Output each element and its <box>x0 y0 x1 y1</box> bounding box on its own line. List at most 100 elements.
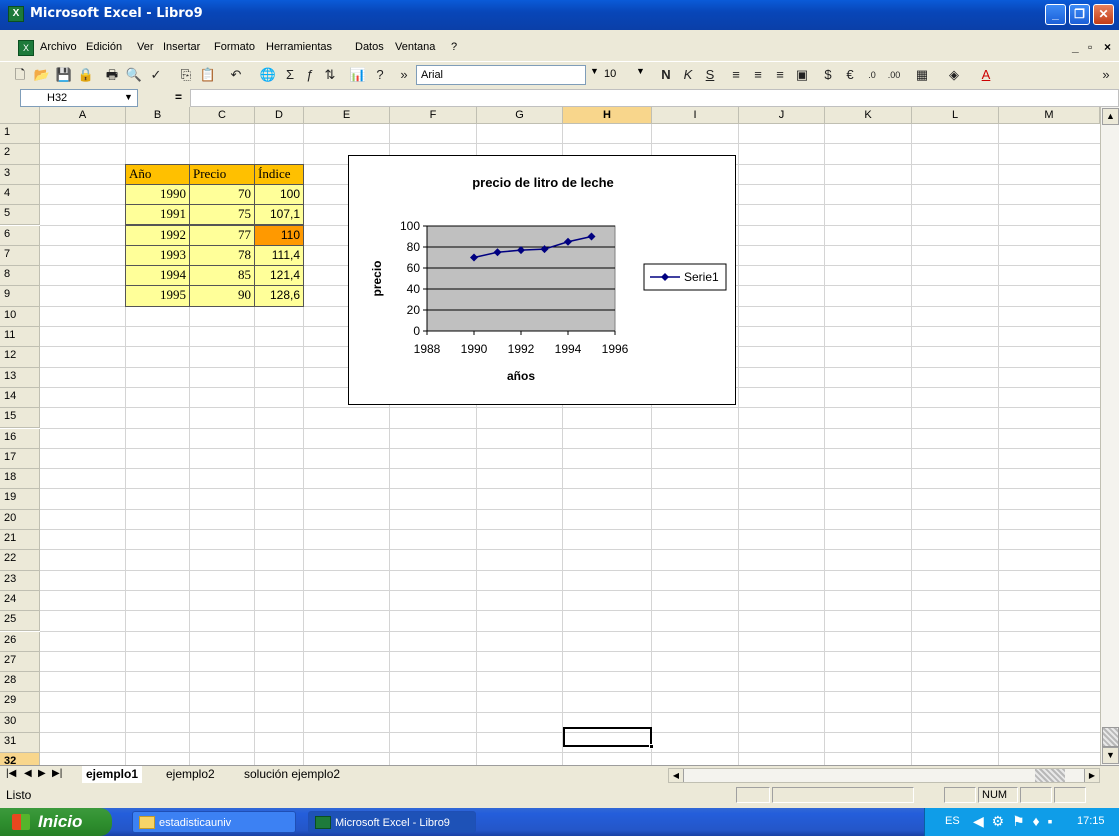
table-cell[interactable]: 1993 <box>125 244 190 267</box>
table-cell[interactable]: 128,6 <box>254 285 304 307</box>
underline-icon[interactable]: S <box>700 65 720 85</box>
table-header-cell[interactable]: Índice <box>254 163 304 185</box>
scroll-right-icon[interactable]: ▶ <box>1084 769 1099 782</box>
table-cell[interactable]: 1995 <box>125 285 190 307</box>
horizontal-scroll-thumb[interactable] <box>1035 769 1065 782</box>
copy-icon[interactable]: ⎘ <box>176 65 196 85</box>
last-sheet-icon[interactable]: ▶| <box>52 768 62 779</box>
table-cell[interactable]: 77 <box>189 224 255 246</box>
row-header-17[interactable]: 17 <box>0 448 40 470</box>
fill-color-icon[interactable]: ◈ <box>944 65 964 85</box>
start-button[interactable]: Inicio <box>0 808 112 836</box>
taskbar-excel-button[interactable]: Microsoft Excel - Libro9 <box>308 811 476 833</box>
tray-icons[interactable]: ◀ ⚙ ⚑ ♦ ▪ <box>973 813 1055 830</box>
column-header-E[interactable]: E <box>304 107 390 124</box>
table-cell[interactable]: 121,4 <box>254 265 304 287</box>
toolbar-options-icon[interactable]: » <box>394 65 414 85</box>
merge-center-icon[interactable]: ▣ <box>792 65 812 85</box>
undo-icon[interactable]: ↶ <box>226 65 246 85</box>
sheet-tab-solucion-ejemplo2[interactable]: solución ejemplo2 <box>240 766 344 783</box>
active-cell-selection[interactable] <box>563 727 654 749</box>
euro-icon[interactable]: € <box>840 65 860 85</box>
row-header-21[interactable]: 21 <box>0 530 40 551</box>
print-icon[interactable]: 🖶 <box>102 65 122 85</box>
column-header-G[interactable]: G <box>477 107 563 124</box>
menu-herramientas[interactable]: Herramientas <box>266 41 332 53</box>
column-header-D[interactable]: D <box>255 107 304 124</box>
row-header-28[interactable]: 28 <box>0 672 40 693</box>
row-header-8[interactable]: 8 <box>0 266 40 287</box>
scroll-left-icon[interactable]: ◀ <box>669 769 684 782</box>
row-header-9[interactable]: 9 <box>0 286 40 307</box>
table-cell[interactable]: 110 <box>254 224 304 246</box>
autosum-icon[interactable]: Σ <box>280 65 300 85</box>
align-left-icon[interactable]: ≡ <box>726 65 746 85</box>
align-right-icon[interactable]: ≡ <box>770 65 790 85</box>
scroll-down-icon[interactable]: ▼ <box>1102 747 1119 764</box>
taskbar-folder-button[interactable]: estadisticauniv <box>132 811 296 833</box>
row-header-11[interactable]: 11 <box>0 327 40 348</box>
font-size-box[interactable]: 10 <box>600 65 634 85</box>
bold-icon[interactable]: N <box>656 65 676 85</box>
row-header-10[interactable]: 10 <box>0 306 40 327</box>
fill-handle[interactable] <box>649 744 654 749</box>
scroll-up-icon[interactable]: ▲ <box>1102 108 1119 125</box>
worksheet-grid[interactable]: ABCDEFGHIJKLM 1 2 3 4 5 6 7 8 9 10 11 12 13 14 15 16 17 1… <box>0 107 1119 765</box>
table-cell[interactable]: 90 <box>189 285 255 307</box>
chart-wizard-icon[interactable]: 📊 <box>348 65 368 85</box>
row-header-6[interactable]: 6 <box>0 225 40 246</box>
toolbar-overflow-icon[interactable]: » <box>1096 65 1116 85</box>
row-header-4[interactable]: 4 <box>0 184 40 206</box>
workbook-restore-button[interactable]: ▫ <box>1088 40 1092 54</box>
row-header-27[interactable]: 27 <box>0 651 40 673</box>
column-header-C[interactable]: C <box>190 107 255 124</box>
close-button[interactable]: ✕ <box>1093 4 1114 25</box>
hyperlink-icon[interactable]: 🌐 <box>258 65 278 85</box>
table-header-cell[interactable]: Año <box>125 163 190 185</box>
formula-equals-icon[interactable]: = <box>175 90 182 104</box>
vertical-scroll-thumb[interactable] <box>1102 727 1119 747</box>
font-name-dropdown-icon[interactable]: ▼ <box>590 66 599 76</box>
vertical-scrollbar[interactable]: ▲ ▼ <box>1100 107 1119 765</box>
row-header-31[interactable]: 31 <box>0 733 40 754</box>
sheet-tab-ejemplo2[interactable]: ejemplo2 <box>162 766 219 783</box>
maximize-button[interactable]: ❐ <box>1069 4 1090 25</box>
table-cell[interactable]: 107,1 <box>254 204 304 226</box>
menu-datos[interactable]: Datos <box>355 41 384 53</box>
open-icon[interactable]: 📂 <box>32 65 52 85</box>
workbook-icon[interactable]: X <box>18 40 34 56</box>
formula-input[interactable] <box>190 89 1119 107</box>
column-header-L[interactable]: L <box>912 107 999 124</box>
column-header-J[interactable]: J <box>739 107 825 124</box>
menu-ver[interactable]: Ver <box>137 41 154 53</box>
row-header-14[interactable]: 14 <box>0 387 40 409</box>
row-header-1[interactable]: 1 <box>0 124 40 145</box>
row-header-2[interactable]: 2 <box>0 144 40 165</box>
font-size-dropdown-icon[interactable]: ▼ <box>636 66 645 76</box>
row-header-22[interactable]: 22 <box>0 550 40 571</box>
menu-insertar[interactable]: Insertar <box>163 41 200 53</box>
first-sheet-icon[interactable]: |◀ <box>6 768 16 779</box>
row-header-3[interactable]: 3 <box>0 164 40 185</box>
row-header-19[interactable]: 19 <box>0 489 40 510</box>
new-icon[interactable]: 🗋 <box>10 65 30 85</box>
align-center-icon[interactable]: ≡ <box>748 65 768 85</box>
horizontal-scrollbar[interactable]: ◀ ▶ <box>668 768 1100 783</box>
row-header-32[interactable]: 32 <box>0 753 40 765</box>
row-header-23[interactable]: 23 <box>0 570 40 591</box>
table-cell[interactable]: 111,4 <box>254 244 304 267</box>
menu-formato[interactable]: Formato <box>214 41 255 53</box>
row-header-29[interactable]: 29 <box>0 692 40 713</box>
embedded-chart[interactable]: precio de litro de leche 0 20 40 60 80 100 1988… <box>348 155 736 405</box>
row-header-18[interactable]: 18 <box>0 469 40 490</box>
language-indicator[interactable]: ES <box>945 815 960 827</box>
paste-icon[interactable]: 📋 <box>198 65 218 85</box>
table-cell[interactable]: 100 <box>254 183 304 206</box>
table-cell[interactable]: 1991 <box>125 204 190 226</box>
font-color-icon[interactable]: A <box>976 65 996 85</box>
row-header-7[interactable]: 7 <box>0 245 40 267</box>
spelling-icon[interactable]: ✓ <box>146 65 166 85</box>
table-cell[interactable]: 1992 <box>125 224 190 246</box>
menu-archivo[interactable]: Archivo <box>40 41 77 53</box>
permission-icon[interactable]: 🔒 <box>76 65 96 85</box>
